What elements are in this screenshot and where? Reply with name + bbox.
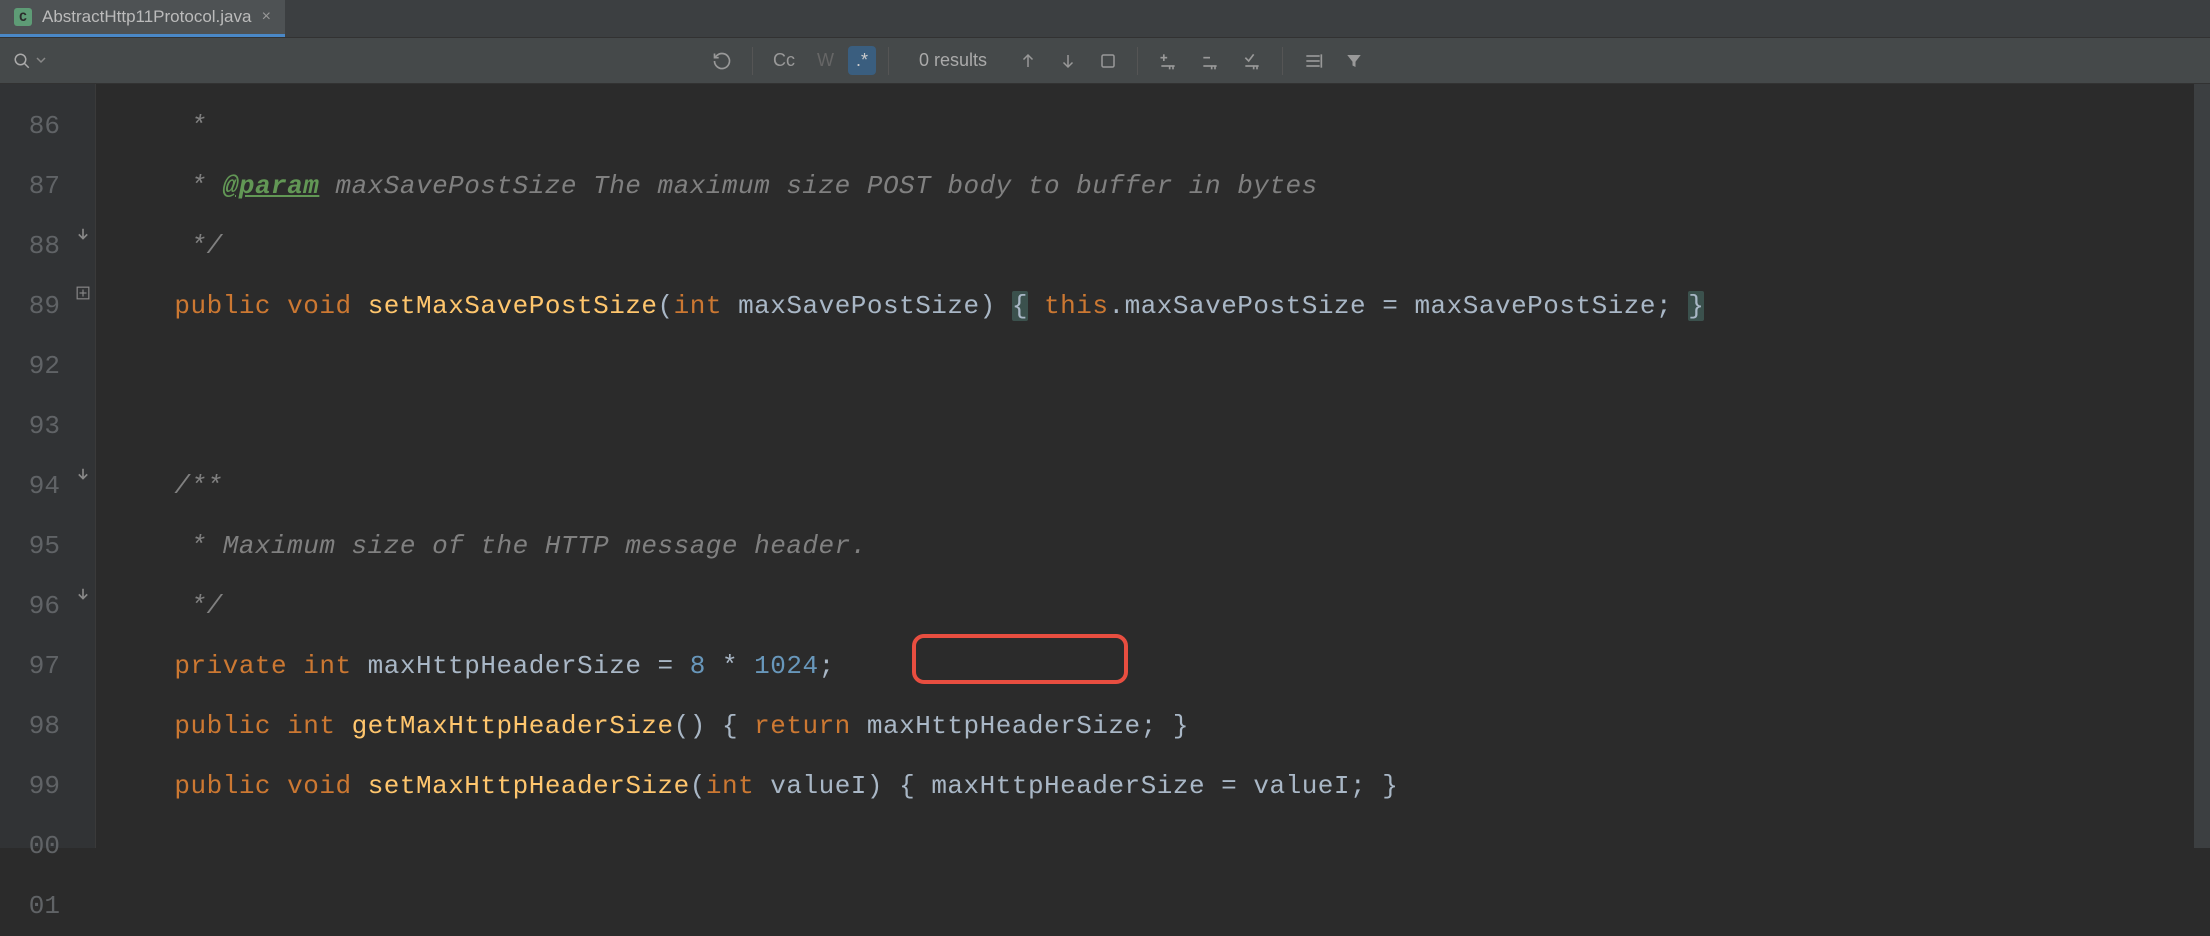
line-number: 93 (0, 396, 70, 456)
chevron-down-icon[interactable] (36, 49, 46, 72)
separator (1282, 47, 1283, 75)
tab-label: AbstractHttp11Protocol.java (42, 7, 251, 27)
match-case-button[interactable]: Cc (765, 46, 803, 75)
code-line: * @param maxSavePostSize The maximum siz… (110, 156, 2210, 216)
line-number: 87 (0, 156, 70, 216)
select-all-button[interactable] (1091, 48, 1125, 74)
code-line: * (110, 96, 2210, 156)
code-line (110, 816, 2210, 876)
code-line (110, 336, 2210, 396)
line-number: 98 (0, 696, 70, 756)
next-match-button[interactable] (1051, 48, 1085, 74)
gutter: 86 87 88 89 92 93 94 95 96 97 98 99 00 0… (0, 84, 70, 848)
editor[interactable]: 86 87 88 89 92 93 94 95 96 97 98 99 00 0… (0, 84, 2210, 848)
line-number: 92 (0, 336, 70, 396)
close-icon[interactable]: × (261, 8, 271, 26)
file-tab[interactable]: C AbstractHttp11Protocol.java × (0, 0, 285, 37)
line-number: 96 (0, 576, 70, 636)
code-line (110, 396, 2210, 456)
line-number: 00 (0, 816, 70, 876)
add-selection-button[interactable] (1150, 47, 1186, 75)
line-number: 99 (0, 756, 70, 816)
scrollbar[interactable] (2194, 84, 2210, 848)
fold-start-icon[interactable] (74, 464, 92, 482)
line-number: 89 (0, 276, 70, 336)
find-input[interactable] (58, 46, 698, 76)
whole-word-button[interactable]: W (809, 46, 842, 75)
find-bar: Cc W .* 0 results (0, 38, 2210, 84)
code-line: */ (110, 216, 2210, 276)
separator (1137, 47, 1138, 75)
line-number: 94 (0, 456, 70, 516)
code-line: private int maxHttpHeaderSize = 8 * 1024… (110, 636, 2210, 696)
line-number: 97 (0, 636, 70, 696)
code-area[interactable]: * * @param maxSavePostSize The maximum s… (96, 84, 2210, 848)
settings-button[interactable] (1295, 47, 1331, 75)
code-line: public int getMaxHttpHeaderSize() { retu… (110, 696, 2210, 756)
fold-end-icon[interactable] (74, 224, 92, 242)
code-line: * Maximum size of the HTTP message heade… (110, 516, 2210, 576)
line-number: 86 (0, 96, 70, 156)
results-count: 0 results (919, 50, 987, 71)
code-line: public void setMaxSavePostSize(int maxSa… (110, 276, 2210, 336)
filter-button[interactable] (1337, 48, 1371, 74)
line-number: 01 (0, 876, 70, 936)
fold-end-icon[interactable] (74, 584, 92, 602)
line-number: 95 (0, 516, 70, 576)
remove-selection-button[interactable] (1192, 47, 1228, 75)
history-icon[interactable] (704, 47, 740, 75)
select-occurrences-button[interactable] (1234, 47, 1270, 75)
code-line (110, 876, 2210, 936)
class-icon: C (14, 8, 32, 26)
code-line: public void setMaxHttpHeaderSize(int val… (110, 756, 2210, 816)
separator (888, 47, 889, 75)
line-number: 88 (0, 216, 70, 276)
prev-match-button[interactable] (1011, 48, 1045, 74)
separator (752, 47, 753, 75)
tab-bar: C AbstractHttp11Protocol.java × (0, 0, 2210, 38)
regex-button[interactable]: .* (848, 46, 876, 75)
fold-gutter (70, 84, 96, 848)
fold-expand-icon[interactable] (74, 284, 92, 302)
code-line: */ (110, 576, 2210, 636)
search-icon[interactable] (10, 52, 34, 70)
code-line: /** (110, 456, 2210, 516)
